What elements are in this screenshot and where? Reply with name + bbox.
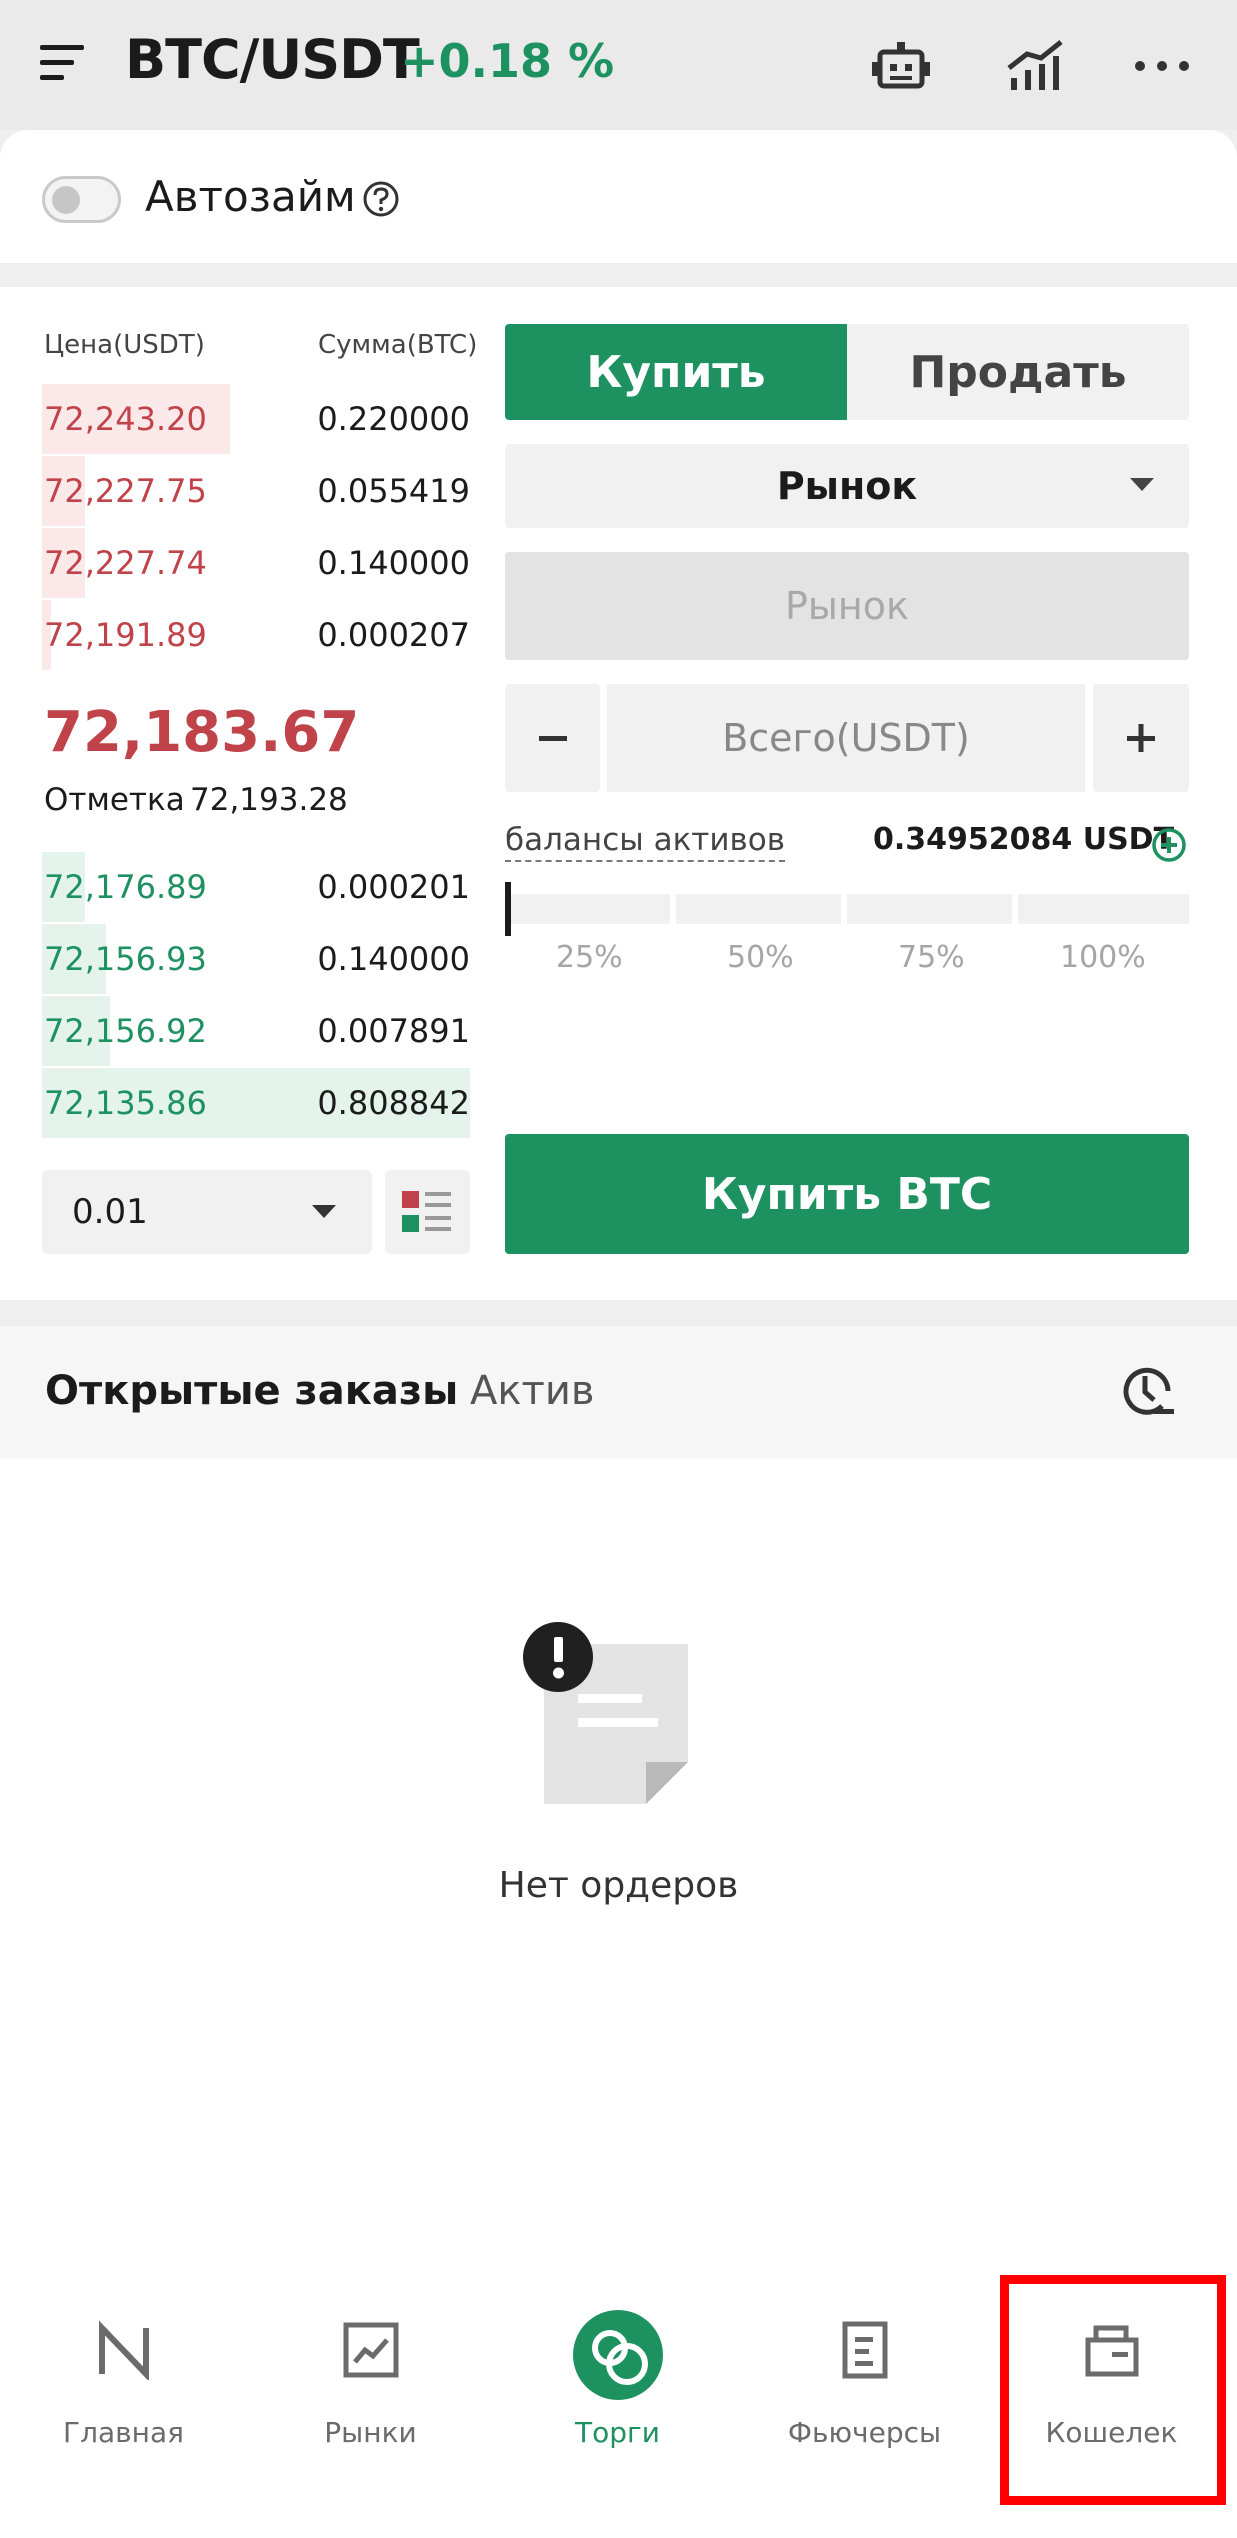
slider-segment[interactable] [847, 894, 1012, 924]
increase-button[interactable] [1093, 684, 1189, 792]
more-icon[interactable] [1132, 38, 1194, 94]
pair-title[interactable]: BTC/USDT [125, 28, 420, 91]
decrease-button[interactable] [505, 684, 600, 792]
last-price[interactable]: 72,183.67 [44, 700, 359, 765]
buy-btc-button[interactable]: Купить BTC [505, 1134, 1189, 1254]
bid-amount: 0.000201 [317, 868, 470, 906]
bot-icon[interactable] [870, 38, 932, 94]
nav-label: Торги [575, 2416, 660, 2449]
slider-mark[interactable]: 75% [898, 940, 965, 975]
bid-price: 72,135.86 [44, 1084, 207, 1122]
chevron-down-icon [312, 1205, 336, 1218]
order-history-icon[interactable] [1118, 1362, 1176, 1420]
bid-row[interactable]: 72,176.89 0.000201 [42, 852, 470, 922]
trade-icon [568, 2310, 668, 2410]
ask-row[interactable]: 72,227.74 0.140000 [42, 528, 470, 598]
ask-amount: 0.000207 [317, 616, 470, 654]
slider-mark[interactable]: 25% [556, 940, 623, 975]
nav-label: Фьючерсы [787, 2416, 942, 2449]
slider-mark[interactable]: 100% [1060, 940, 1146, 975]
ask-amount: 0.220000 [317, 400, 470, 438]
sell-tab[interactable]: Продать [847, 324, 1189, 420]
nav-markets[interactable]: Рынки [247, 2320, 494, 2460]
ask-amount: 0.055419 [317, 472, 470, 510]
minus-icon [539, 736, 567, 741]
nav-home[interactable]: Главная [0, 2320, 247, 2460]
bid-row[interactable]: 72,156.92 0.007891 [42, 996, 470, 1066]
slider-segment[interactable] [1018, 894, 1189, 924]
menu-icon[interactable] [40, 43, 88, 83]
balance-label[interactable]: балансы активов [505, 822, 785, 862]
nav-label: Рынки [324, 2416, 417, 2449]
price-field: Рынок [505, 552, 1189, 660]
price-change: +0.18 % [400, 34, 615, 88]
bid-amount: 0.808842 [317, 1084, 470, 1122]
bid-amount: 0.007891 [317, 1012, 470, 1050]
buy-tab[interactable]: Купить [505, 324, 847, 420]
amount-header: Сумма(BTC) [318, 330, 478, 360]
tab-asset[interactable]: Актив [470, 1368, 594, 1414]
mark-price-label: Отметка [44, 782, 185, 818]
autoloan-toggle[interactable] [42, 176, 121, 223]
bid-price: 72,176.89 [44, 868, 207, 906]
precision-value: 0.01 [72, 1192, 148, 1232]
add-funds-icon[interactable] [1150, 826, 1188, 864]
nav-label: Главная [63, 2416, 184, 2449]
precision-select[interactable]: 0.01 [42, 1170, 372, 1254]
ask-row[interactable]: 72,227.75 0.055419 [42, 456, 470, 526]
tab-open-orders[interactable]: Открытые заказы [45, 1368, 458, 1414]
bid-price: 72,156.92 [44, 1012, 207, 1050]
home-icon [94, 2320, 154, 2382]
ask-row[interactable]: 72,243.20 0.220000 [42, 384, 470, 454]
mark-price-value: 72,193.28 [190, 782, 348, 818]
slider-handle[interactable] [505, 882, 511, 936]
nav-futures[interactable]: Фьючерсы [741, 2320, 988, 2460]
empty-state-text: Нет ордеров [498, 1865, 739, 1906]
futures-icon [835, 2320, 895, 2380]
ask-amount: 0.140000 [317, 544, 470, 582]
order-type-select[interactable]: Рынок [505, 444, 1189, 528]
price-header: Цена(USDT) [44, 330, 205, 360]
chart-icon[interactable] [1005, 38, 1067, 94]
toggle-knob [52, 186, 80, 214]
no-orders-icon [522, 1622, 692, 1807]
bid-row[interactable]: 72,156.93 0.140000 [42, 924, 470, 994]
orderbook-layout-icon [402, 1191, 451, 1232]
wallet-highlight-box [1000, 2275, 1226, 2505]
plus-icon [1127, 724, 1155, 752]
ask-price: 72,191.89 [44, 616, 207, 654]
bid-price: 72,156.93 [44, 940, 207, 978]
slider-segment[interactable] [505, 894, 670, 924]
ask-row[interactable]: 72,191.89 0.000207 [42, 600, 470, 670]
order-type-value: Рынок [776, 464, 918, 508]
autoloan-label: Автозайм [145, 172, 356, 221]
ask-price: 72,227.74 [44, 544, 207, 582]
ask-price: 72,243.20 [44, 400, 207, 438]
balance-value: 0.34952084 USDT [873, 822, 1175, 857]
help-icon[interactable] [362, 180, 400, 218]
bid-amount: 0.140000 [317, 940, 470, 978]
slider-segment[interactable] [676, 894, 841, 924]
markets-icon [341, 2320, 401, 2380]
slider-mark[interactable]: 50% [727, 940, 794, 975]
chevron-down-icon [1130, 478, 1154, 491]
ask-price: 72,227.75 [44, 472, 207, 510]
orderbook-layout-button[interactable] [385, 1170, 470, 1254]
bid-row[interactable]: 72,135.86 0.808842 [42, 1068, 470, 1138]
total-input[interactable] [607, 684, 1085, 792]
nav-trade[interactable]: Торги [494, 2310, 741, 2460]
